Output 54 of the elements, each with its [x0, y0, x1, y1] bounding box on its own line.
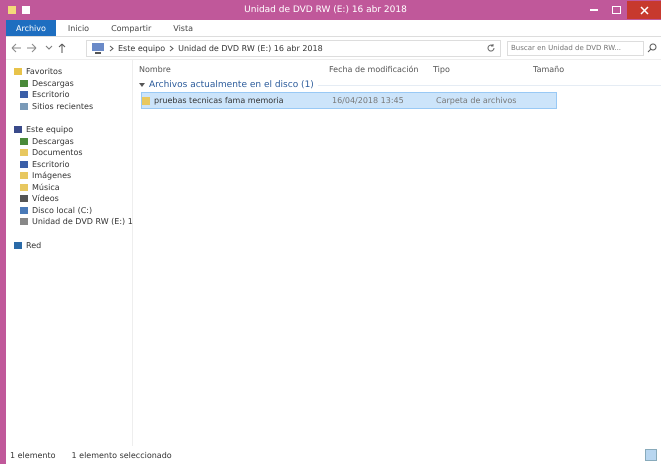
- file-name: pruebas tecnicas fama memoria: [154, 96, 284, 105]
- sidebar-item[interactable]: Favoritos: [14, 66, 132, 78]
- column-header[interactable]: Fecha de modificación: [329, 64, 433, 74]
- sidebar-label: Disco local (C:): [32, 206, 92, 215]
- sidebar-label: Red: [26, 240, 42, 250]
- group-header[interactable]: Archivos actualmente en el disco (1): [149, 80, 314, 90]
- close-button[interactable]: [627, 1, 661, 19]
- search-icon: [647, 43, 657, 53]
- ribbon-tab[interactable]: Compartir: [101, 20, 162, 36]
- sidebar-item[interactable]: Red: [14, 240, 132, 251]
- sidebar-label: Descargas: [32, 136, 74, 146]
- table-cell-text: Carpeta de archivos: [436, 96, 518, 105]
- sidebar-item[interactable]: Documentos: [14, 147, 132, 158]
- sidebar-item[interactable]: Disco local (C:): [14, 204, 132, 216]
- column-header[interactable]: Nombre: [139, 64, 329, 74]
- collapse-icon[interactable]: [139, 83, 145, 87]
- column-header[interactable]: Tipo: [433, 64, 533, 74]
- refresh-icon[interactable]: [486, 43, 496, 53]
- status-text: 1 elemento: [10, 450, 56, 460]
- file-row[interactable]: pruebas tecnicas fama memoria 16/04/2018 13:45 Carpeta de archivos: [141, 92, 557, 109]
- sidebar-item[interactable]: Vídeos: [14, 193, 132, 204]
- sidebar-item[interactable]: Unidad de DVD RW (E:) 1: [14, 216, 132, 228]
- ribbon-tab[interactable]: Inicio: [58, 20, 100, 36]
- sidebar-item[interactable]: Este equipo: [14, 124, 132, 136]
- status-text: 1 elemento seleccionado: [72, 450, 172, 460]
- sidebar-item[interactable]: Imágenes: [14, 170, 132, 182]
- sidebar-label: Escritorio: [32, 160, 70, 169]
- ribbon-tab[interactable]: Vista: [163, 20, 204, 36]
- sidebar-label: Unidad de DVD RW (E:) 1: [32, 217, 133, 226]
- chevron-icon[interactable]: [169, 44, 174, 52]
- close-icon: [640, 6, 648, 14]
- address-bar[interactable]: Este equipo Unidad de DVD RW (E:) 16 abr 2018: [86, 40, 501, 56]
- sidebar-label: Descargas: [32, 78, 74, 88]
- sidebar-label: Música: [32, 182, 60, 192]
- sidebar-label: Vídeos: [32, 194, 59, 204]
- sidebar-label: Sitios recientes: [32, 102, 94, 111]
- sidebar-label: Documentos: [32, 148, 83, 158]
- sidebar-item[interactable]: Descargas: [14, 136, 132, 147]
- column-header[interactable]: Tamaño: [533, 64, 593, 74]
- sidebar-item[interactable]: Descargas: [14, 78, 132, 89]
- sidebar-item[interactable]: Sitios recientes: [14, 100, 132, 112]
- window-title: Unidad de DVD RW (E:) 16 abr 2018: [243, 5, 408, 15]
- sidebar-label: Imágenes: [32, 171, 72, 180]
- sidebar-item[interactable]: Escritorio: [14, 89, 132, 100]
- chevron-icon[interactable]: [109, 44, 114, 52]
- sidebar-label: Escritorio: [32, 90, 70, 100]
- ribbon-tab[interactable]: Archivo: [6, 20, 56, 36]
- sidebar-label: Favoritos: [26, 67, 62, 76]
- breadcrumb[interactable]: Este equipo: [118, 44, 166, 52]
- sidebar-label: Este equipo: [26, 125, 74, 134]
- sidebar-item[interactable]: Música: [14, 182, 132, 193]
- sidebar-item[interactable]: Escritorio: [14, 158, 132, 170]
- breadcrumb[interactable]: Unidad de DVD RW (E:) 16 abr 2018: [178, 44, 323, 52]
- table-cell-text: 16/04/2018 13:45: [332, 96, 405, 105]
